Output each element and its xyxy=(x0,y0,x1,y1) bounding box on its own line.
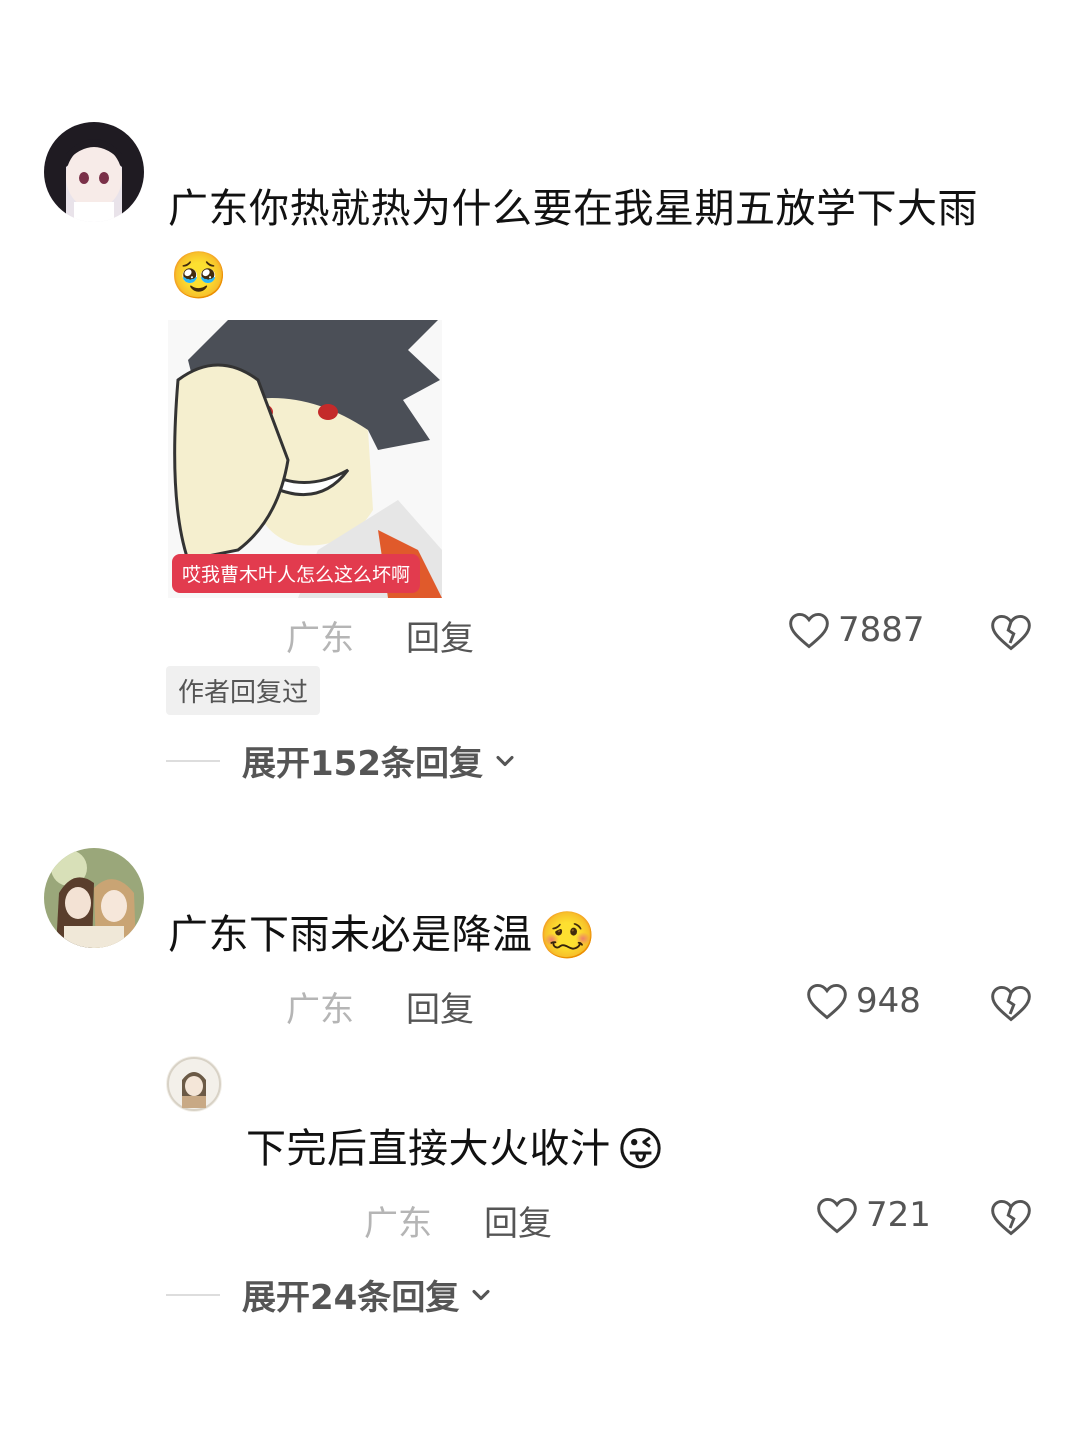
reply-text-row: 下完后直接大火收汁 😜 xyxy=(246,1122,664,1176)
broken-heart-icon xyxy=(991,1199,1031,1236)
dislike-button[interactable] xyxy=(988,1195,1034,1243)
avatar-image-icon xyxy=(44,848,144,948)
reply-button[interactable]: 回复 xyxy=(406,611,474,660)
comment-text: 广东下雨未必是降温 xyxy=(168,912,533,958)
reply-avatar[interactable] xyxy=(166,1056,222,1112)
reply-location: 广东 xyxy=(364,1204,432,1244)
like-count: 721 xyxy=(866,1195,931,1235)
pleading-face-icon: 🥹 xyxy=(170,248,228,302)
chevron-down-icon xyxy=(496,755,514,766)
expand-replies-label: 展开24条回复 xyxy=(242,1278,460,1318)
expand-replies-label: 展开152条回复 xyxy=(242,744,483,784)
like-button[interactable]: 948 xyxy=(804,979,921,1023)
broken-heart-icon xyxy=(991,614,1031,651)
reply-button[interactable]: 回复 xyxy=(406,982,474,1031)
comment-location: 广东 xyxy=(286,619,354,659)
heart-outline-icon xyxy=(789,612,829,649)
comment-location: 广东 xyxy=(286,990,354,1030)
chevron-down-icon xyxy=(472,1289,490,1300)
heart-outline-icon xyxy=(807,983,847,1020)
reply-button[interactable]: 回复 xyxy=(484,1196,552,1245)
dislike-button[interactable] xyxy=(988,610,1034,658)
expand-replies-button[interactable]: 展开24条回复 xyxy=(166,1270,495,1319)
like-count: 7887 xyxy=(838,610,925,650)
meme-caption: 哎我曹木叶人怎么这么坏啊 xyxy=(172,554,421,593)
winking-tongue-face-icon: 😜 xyxy=(616,1122,665,1176)
avatar-image-icon xyxy=(44,122,144,222)
avatar-image-icon xyxy=(166,1056,222,1112)
broken-heart-icon xyxy=(991,985,1031,1022)
comment-text-row: 广东下雨未必是降温 🥴 xyxy=(168,908,596,962)
comment-meme-image[interactable]: 哎我曹木叶人怎么这么坏啊 xyxy=(168,320,442,598)
comment-avatar[interactable] xyxy=(44,122,144,222)
dislike-button[interactable] xyxy=(988,981,1034,1029)
heart-outline-icon xyxy=(817,1197,857,1234)
woozy-face-icon: 🥴 xyxy=(538,908,596,962)
like-button[interactable]: 7887 xyxy=(786,608,925,652)
comment-text: 广东你热就热为什么要在我星期五放学下大雨 xyxy=(168,186,978,232)
like-count: 948 xyxy=(856,981,921,1021)
divider-line xyxy=(166,759,220,762)
author-replied-badge: 作者回复过 xyxy=(166,666,321,715)
divider-line xyxy=(166,1293,220,1296)
expand-replies-button[interactable]: 展开152条回复 xyxy=(166,736,519,785)
like-button[interactable]: 721 xyxy=(814,1193,931,1237)
reply-text: 下完后直接大火收汁 xyxy=(246,1126,611,1172)
comment-avatar[interactable] xyxy=(44,848,144,948)
